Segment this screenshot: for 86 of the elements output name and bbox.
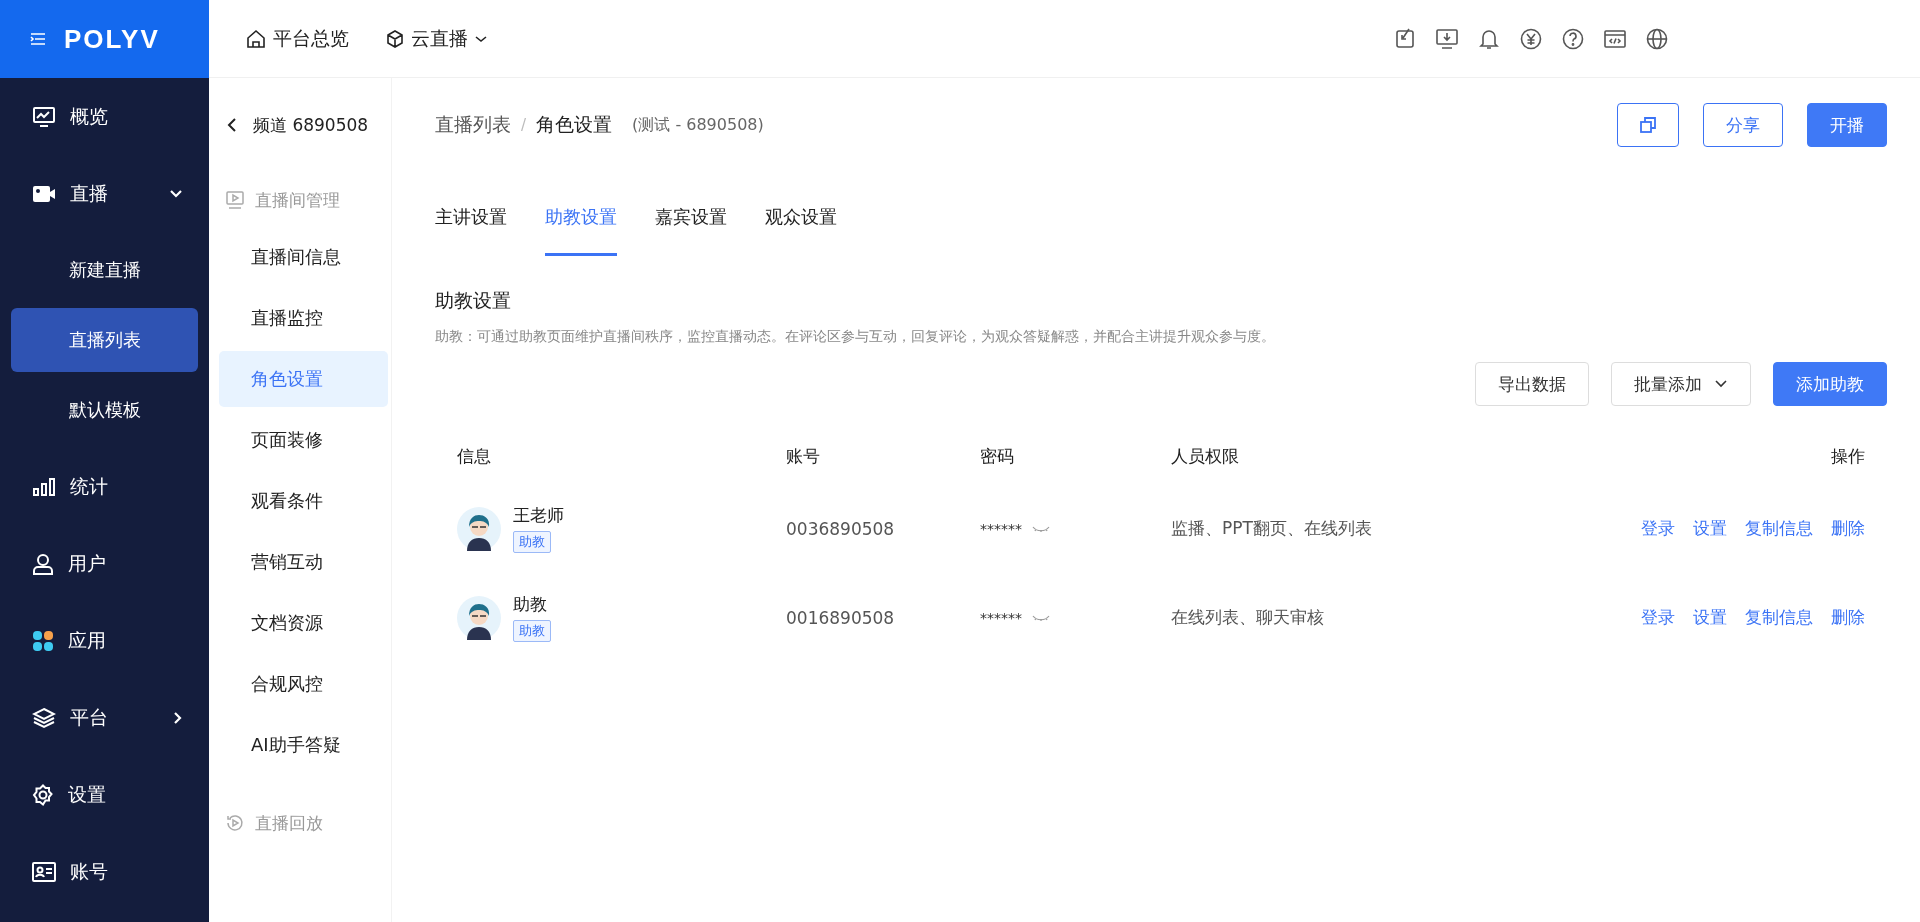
breadcrumb-separator: / [521,116,527,134]
sidebar-item[interactable]: 设置 [0,756,209,833]
account-cell-text: 0036890508 [786,518,896,539]
layers-icon [32,706,56,729]
action-link[interactable]: 设置 [1693,517,1727,540]
action-link[interactable]: 删除 [1831,517,1865,540]
cube-icon [385,28,405,49]
action-link[interactable]: 复制信息 [1745,606,1813,629]
password-cell: ****** [980,609,1022,626]
section-description: 助教：可通过助教页面维护直播间秩序，监控直播动态。在评论区参与互动，回复评论，为观众答疑解惑，并配合主讲提升观众参与度。 [435,328,1276,346]
sidebar-item[interactable]: 平台 [0,679,209,756]
action-button[interactable]: 导出数据 [1475,362,1589,406]
subnav-item[interactable]: 页面装修 [219,412,388,468]
back-link[interactable]: 频道 6890508 [209,78,375,172]
subnav-item[interactable]: 营销互动 [219,534,388,590]
avatar-drawing [457,595,501,640]
settings-icon [32,783,54,806]
chevron-left-icon [227,117,237,133]
user-icon [32,552,54,575]
sidebar-item[interactable]: 直播 [0,155,209,232]
action-button[interactable]: 批量添加 [1611,362,1751,406]
column-header: 账号 [786,444,821,468]
column-header: 密码 [980,444,1015,468]
sidebar-item[interactable]: 应用 [0,602,209,679]
top-nav-link[interactable]: 平台总览 [245,25,349,52]
subnav-item[interactable]: AI助手答疑 [219,717,388,773]
play-screen-icon [225,190,245,210]
id-card-icon [32,861,56,882]
sidebar-item[interactable]: 账号 [0,833,209,910]
caret-icon [1714,379,1728,389]
menu-icon[interactable] [30,32,46,46]
sidebar-subitem[interactable]: 默认模板 [11,378,198,442]
account-cell-text: 0016890508 [786,607,896,628]
breadcrumb-item: 角色设置 [536,112,613,137]
breadcrumb-item[interactable]: 直播列表 [435,112,511,138]
subnav-item[interactable]: 观看条件 [219,473,388,529]
sidebar-subitem[interactable]: 新建直播 [11,238,198,302]
action-link[interactable]: 删除 [1831,606,1865,629]
tab[interactable]: 助教设置 [545,172,617,256]
action-link[interactable]: 设置 [1693,606,1727,629]
channel-subtitle: (测试 - 6890508) [632,114,764,136]
column-header: 操作 [1830,444,1865,468]
chevron-icon [173,710,183,725]
tab[interactable]: 嘉宾设置 [655,172,727,256]
password-cell: ****** [980,520,1022,537]
role-tag: 助教 [513,620,551,642]
subnav-item[interactable]: 角色设置 [219,351,388,407]
subnav-item[interactable]: 文档资源 [219,595,388,651]
column-header: 信息 [457,444,492,468]
tab[interactable]: 主讲设置 [435,172,507,256]
person-name: 助教 [513,593,547,616]
role-tag: 助教 [513,531,551,553]
group-title: 直播回放 [255,811,323,835]
subnav-item[interactable]: 直播间信息 [219,229,388,285]
monitor-chart-icon [32,105,56,128]
group-title: 直播间管理 [255,188,340,212]
action-button[interactable]: 分享 [1703,103,1783,147]
action-link[interactable]: 复制信息 [1745,517,1813,540]
app-grid-icon [32,629,54,652]
primary-button[interactable]: 开播 [1807,103,1887,147]
primary-button[interactable]: 添加助教 [1773,362,1887,406]
copy-button[interactable] [1617,103,1679,147]
channel-label: 频道 6890508 [253,113,369,137]
replay-icon [225,813,245,833]
person-name: 王老师 [513,504,564,527]
copy-icon [1638,115,1658,135]
chevron-icon [169,188,183,199]
action-link[interactable]: 登录 [1641,606,1675,629]
subnav-item[interactable]: 合规风控 [219,656,388,712]
sidebar-item[interactable]: 统计 [0,448,209,525]
logo: POLYV [64,23,160,55]
sidebar-item[interactable]: 概览 [0,78,209,155]
section-title: 助教设置 [435,288,512,313]
avatar-drawing [457,506,501,551]
sidebar-item[interactable]: 用户 [0,525,209,602]
bar-chart-icon [32,476,56,497]
subnav-item[interactable]: 直播监控 [219,290,388,346]
house-icon [245,27,267,50]
video-camera-icon [32,183,56,204]
column-header: 人员权限 [1171,444,1240,468]
sidebar-subitem[interactable]: 直播列表 [11,308,198,372]
top-nav-link[interactable]: 云直播 [385,25,488,52]
action-link[interactable]: 登录 [1641,517,1675,540]
permissions-cell-text: 监播、PPT翻页、在线列表 [1171,517,1373,540]
tab[interactable]: 观众设置 [765,172,837,256]
permissions-cell-text: 在线列表、聊天审核 [1171,606,1325,629]
